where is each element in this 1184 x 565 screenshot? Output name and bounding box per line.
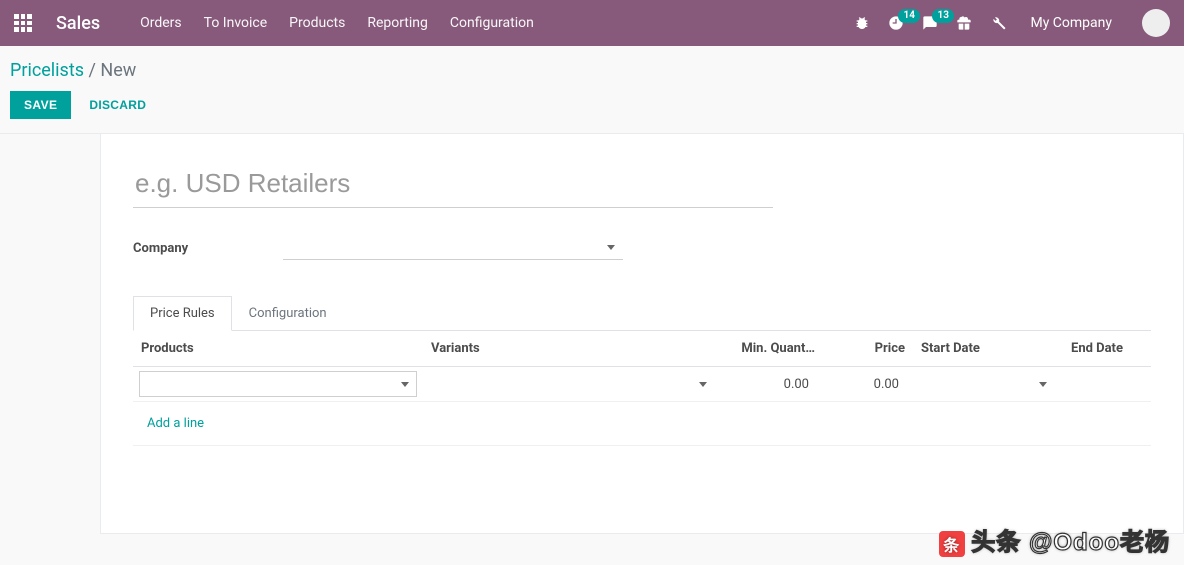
app-brand[interactable]: Sales [56, 13, 100, 34]
top-nav: Sales Orders To Invoice Products Reporti… [0, 0, 1184, 46]
activities-badge: 14 [898, 9, 919, 23]
company-label: Company [133, 241, 283, 256]
col-products[interactable]: Products [133, 331, 423, 367]
breadcrumb: Pricelists / New [0, 46, 1184, 87]
watermark: 头条 @Odoo老杨 [939, 522, 1170, 557]
row-start-date-input[interactable] [919, 371, 1057, 397]
control-panel: SAVE DISCARD [0, 87, 1184, 134]
breadcrumb-current: New [100, 60, 136, 81]
user-avatar[interactable] [1142, 9, 1170, 37]
discuss-badge: 13 [932, 9, 953, 23]
nav-products[interactable]: Products [289, 15, 345, 31]
discard-button[interactable]: DISCARD [89, 98, 146, 112]
nav-configuration[interactable]: Configuration [450, 15, 534, 31]
discuss-icon[interactable]: 13 [922, 15, 938, 31]
apps-icon[interactable] [14, 14, 32, 32]
table-row-add: Add a line [133, 402, 1151, 446]
form-sheet: Company Price Rules Configuration Produc… [100, 134, 1184, 534]
systray: 14 13 My Company [854, 9, 1170, 37]
col-price[interactable]: Price [823, 331, 913, 367]
chevron-down-icon [699, 382, 707, 387]
notebook-tabs: Price Rules Configuration [133, 296, 1151, 331]
col-start-date[interactable]: Start Date [913, 331, 1063, 367]
tab-configuration[interactable]: Configuration [232, 296, 344, 330]
company-switcher[interactable]: My Company [1030, 15, 1112, 31]
nav-menu: Orders To Invoice Products Reporting Con… [140, 15, 534, 31]
col-end-date[interactable]: End Date [1063, 331, 1151, 367]
chevron-down-icon [607, 245, 615, 250]
nav-orders[interactable]: Orders [140, 15, 182, 31]
breadcrumb-parent[interactable]: Pricelists [10, 60, 84, 81]
col-variants[interactable]: Variants [423, 331, 723, 367]
table-row: 0.00 0.00 [133, 367, 1151, 402]
breadcrumb-sep: / [89, 60, 101, 81]
col-min-qty[interactable]: Min. Quant… [723, 331, 823, 367]
row-min-qty[interactable]: 0.00 [729, 377, 817, 392]
save-button[interactable]: SAVE [10, 91, 71, 119]
chevron-down-icon [1039, 382, 1047, 387]
gift-icon[interactable] [956, 15, 972, 31]
row-variants-input[interactable] [429, 371, 717, 397]
watermark-logo-icon [939, 531, 965, 557]
activities-icon[interactable]: 14 [888, 15, 904, 31]
add-line-link[interactable]: Add a line [139, 406, 1145, 441]
tab-price-rules[interactable]: Price Rules [133, 296, 232, 331]
price-rules-table: Products Variants Min. Quant… Price Star… [133, 331, 1151, 446]
tools-icon[interactable] [990, 15, 1006, 31]
company-field[interactable] [283, 236, 623, 260]
pricelist-name-input[interactable] [133, 162, 773, 208]
row-end-date-input[interactable] [1069, 371, 1145, 397]
chevron-down-icon [401, 382, 409, 387]
row-products-input[interactable] [139, 371, 417, 397]
nav-to-invoice[interactable]: To Invoice [204, 15, 268, 31]
nav-reporting[interactable]: Reporting [367, 15, 428, 31]
row-price[interactable]: 0.00 [829, 377, 907, 392]
debug-icon[interactable] [854, 15, 870, 31]
